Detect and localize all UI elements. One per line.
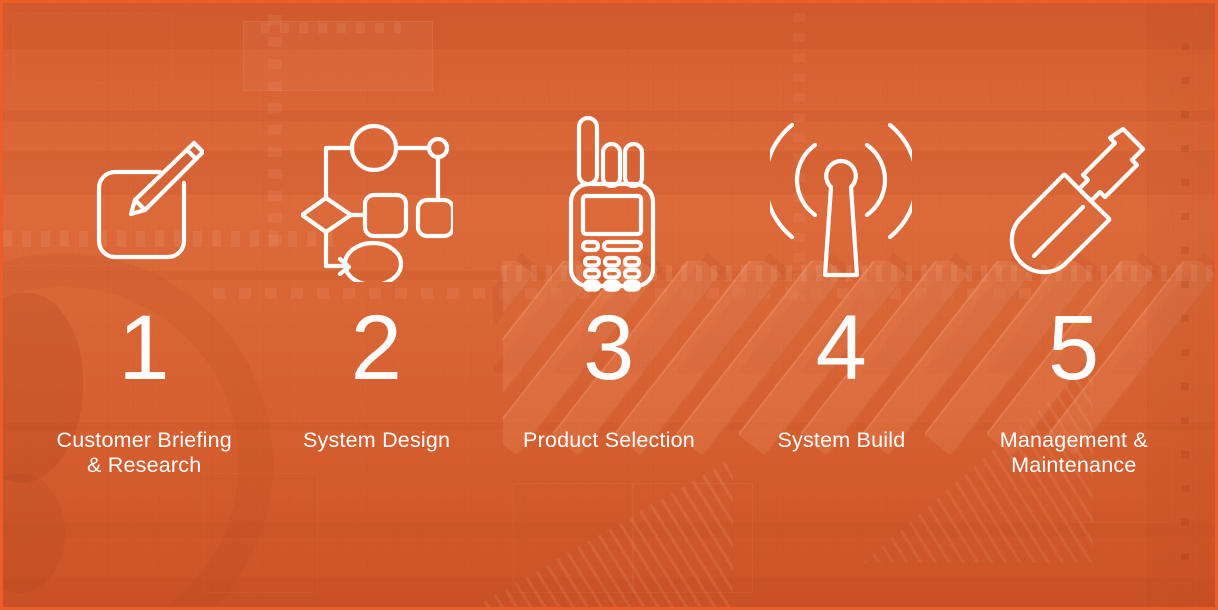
step-label: System Build (777, 428, 906, 452)
screwdriver-icon (999, 104, 1149, 300)
process-step-4: 4 System Build (725, 0, 957, 453)
step-label: Customer Briefing & Research (56, 428, 232, 478)
flowchart-icon (300, 104, 453, 300)
process-step-3: 3 Product Selection (493, 0, 725, 453)
step-label: Product Selection (523, 428, 695, 452)
step-number: 4 (815, 297, 868, 399)
notepad-pencil-icon (84, 104, 205, 300)
step-label: System Design (303, 428, 451, 452)
two-way-radio-icon (559, 104, 659, 300)
step-number: 1 (118, 297, 171, 399)
process-steps-row: 1 Customer Briefing & Research 2 System … (0, 0, 1218, 610)
process-step-5: 5 Management & Maintenance (958, 0, 1190, 479)
antenna-signal-icon (770, 104, 913, 300)
step-number: 2 (350, 297, 403, 399)
process-step-1: 1 Customer Briefing & Research (28, 0, 260, 479)
step-number: 5 (1047, 297, 1100, 399)
process-step-2: 2 System Design (260, 0, 492, 453)
step-label: Management & Maintenance (999, 428, 1148, 478)
step-number: 3 (583, 297, 635, 399)
process-banner: 1 Customer Briefing & Research 2 System … (0, 0, 1218, 610)
